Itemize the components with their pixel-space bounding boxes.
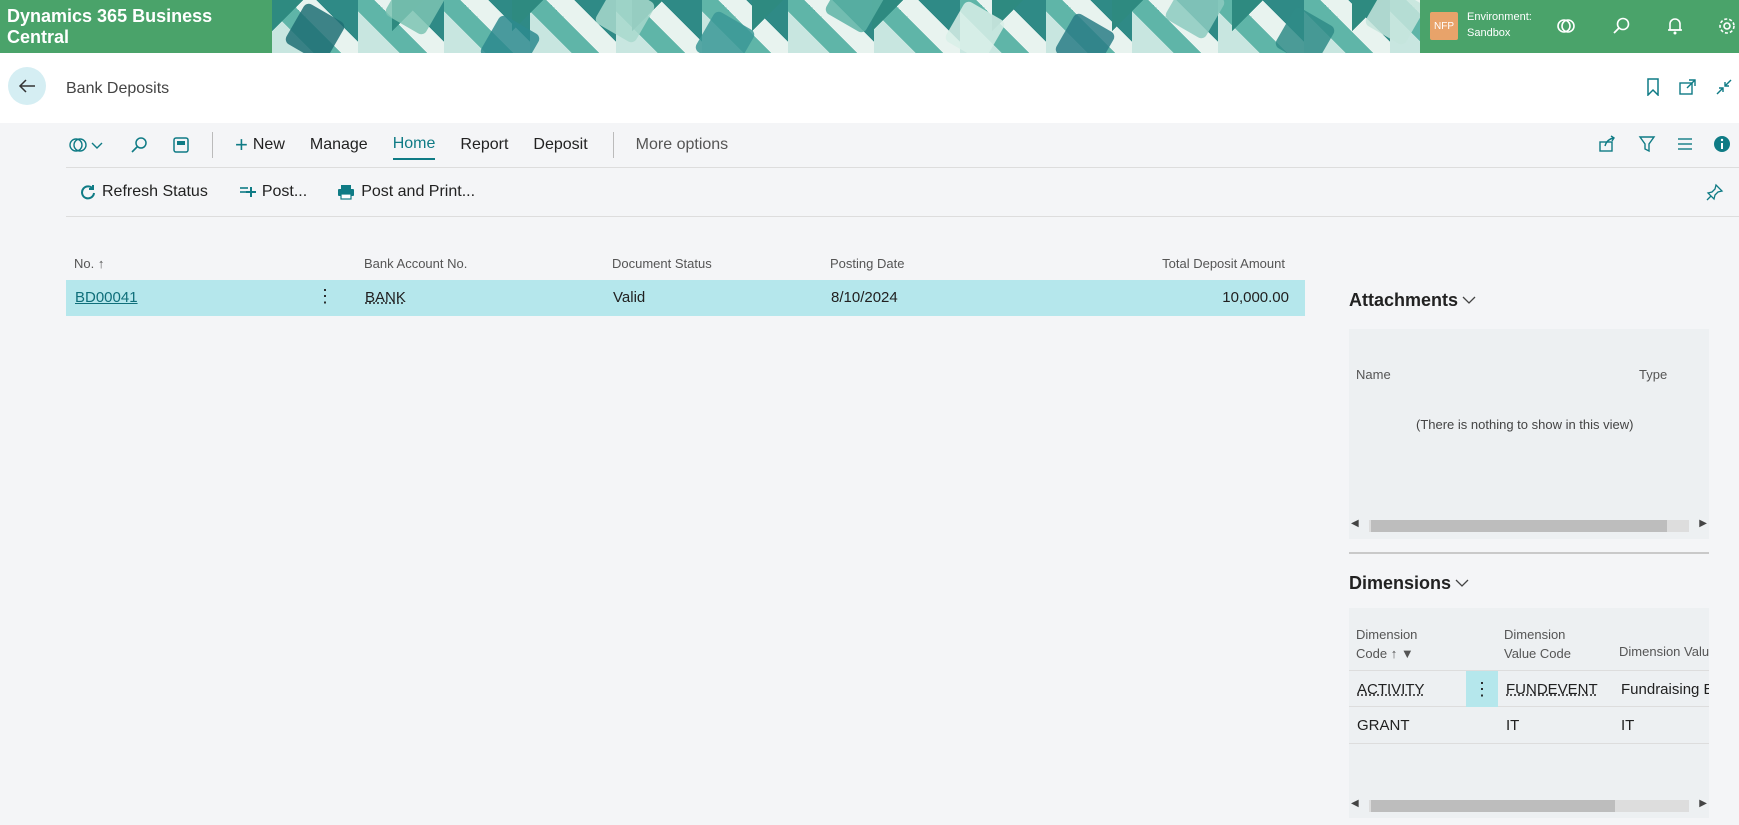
- dimension-code[interactable]: ACTIVITY: [1357, 681, 1425, 698]
- chevron-down-icon: [1455, 579, 1469, 587]
- separator: [612, 132, 614, 158]
- environment-line2: Sandbox: [1467, 27, 1511, 39]
- bell-icon[interactable]: [1663, 14, 1687, 38]
- col-type[interactable]: Type: [1639, 367, 1667, 382]
- post-icon: [239, 187, 256, 197]
- refresh-icon: [81, 185, 95, 200]
- col-name[interactable]: Name: [1356, 367, 1391, 382]
- separator: [212, 132, 213, 158]
- attachments-title: Attachments: [1349, 289, 1459, 310]
- new-label: New: [252, 136, 285, 153]
- refresh-status-button[interactable]: Refresh Status: [80, 183, 208, 201]
- app-title[interactable]: Dynamics 365 Business Central: [0, 0, 272, 53]
- scroll-right-icon[interactable]: ▶: [1699, 798, 1707, 809]
- dimension-value-name: Fundraising E: [1621, 681, 1709, 698]
- edit-list-icon[interactable]: [170, 134, 192, 156]
- empty-view-message: (There is nothing to show in this view): [1416, 417, 1634, 432]
- dimension-value-code: IT: [1506, 717, 1520, 734]
- gear-icon[interactable]: [1715, 14, 1739, 38]
- refresh-status-label: Refresh Status: [102, 183, 208, 200]
- post-and-print-label: Post and Print...: [361, 183, 476, 200]
- list-header: No. ↑ Bank Account No. Document Status P…: [66, 250, 1305, 280]
- posting-date-value: 8/10/2024: [831, 289, 898, 306]
- dimensions-title: Dimensions: [1349, 572, 1452, 593]
- plus-icon: +: [235, 132, 248, 157]
- tab-report[interactable]: Report: [460, 130, 508, 160]
- attachments-scrollbar[interactable]: ◀ ▶: [1349, 516, 1709, 534]
- dimensions-panel: Dimension Code ↑ ▼ Dimension Value Code …: [1349, 608, 1709, 818]
- chevron-down-icon: [1462, 296, 1476, 304]
- top-banner: Dynamics 365 Business Central NFP Enviro…: [0, 0, 1739, 53]
- dimensions-header[interactable]: Dimensions: [1349, 568, 1709, 598]
- share-icon[interactable]: [1596, 133, 1618, 155]
- banner-pattern: [272, 0, 1427, 53]
- scroll-left-icon[interactable]: ◀: [1351, 798, 1359, 809]
- scroll-right-icon[interactable]: ▶: [1699, 518, 1707, 529]
- environment-label[interactable]: Environment: Sandbox: [1467, 9, 1532, 41]
- deposit-no-link[interactable]: BD00041: [75, 289, 138, 306]
- bank-deposits-list: No. ↑ Bank Account No. Document Status P…: [66, 250, 1305, 316]
- factbox-divider: [1349, 552, 1709, 554]
- table-row[interactable]: BD00041 ⋮ BANK Valid 8/10/2024 10,000.00: [66, 280, 1305, 316]
- post-button[interactable]: Post...: [238, 183, 307, 201]
- page-header: Bank Deposits: [0, 53, 1739, 123]
- filter-icon: ▼: [1400, 646, 1414, 661]
- action-bar: + New Manage Home Report Deposit More op…: [66, 123, 1739, 168]
- total-deposit-amount-value: 10,000.00: [1222, 289, 1289, 306]
- col-posting-date[interactable]: Posting Date: [830, 256, 904, 271]
- attachments-factbox: Attachments Name Type (There is nothing …: [1349, 285, 1709, 539]
- post-and-print-button[interactable]: Post and Print...: [337, 183, 475, 201]
- dimension-value-code[interactable]: FUNDEVENT: [1506, 681, 1598, 698]
- col-dimension-value-code[interactable]: Dimension Value Code: [1504, 625, 1571, 663]
- tab-manage[interactable]: Manage: [310, 130, 368, 160]
- printer-icon: [338, 185, 355, 200]
- col-dimension-value-name[interactable]: Dimension Valu: [1619, 644, 1709, 659]
- collapse-icon[interactable]: [1714, 77, 1734, 97]
- dimensions-scrollbar[interactable]: ◀ ▶: [1349, 796, 1709, 814]
- scroll-left-icon[interactable]: ◀: [1351, 518, 1359, 529]
- col-dimension-code[interactable]: Dimension Code ↑ ▼: [1356, 625, 1417, 663]
- scroll-thumb[interactable]: [1371, 520, 1667, 532]
- col-bank-account[interactable]: Bank Account No.: [364, 256, 467, 271]
- col-no[interactable]: No. ↑: [74, 256, 104, 271]
- new-button[interactable]: + New: [235, 130, 285, 160]
- dimension-code: GRANT: [1357, 717, 1410, 734]
- pin-icon[interactable]: [1706, 183, 1724, 206]
- attachments-panel: Name Type (There is nothing to show in t…: [1349, 329, 1709, 539]
- bookmark-icon[interactable]: [1643, 77, 1663, 97]
- row-menu-icon[interactable]: ⋮: [1466, 671, 1498, 707]
- page-title: Bank Deposits: [66, 80, 170, 97]
- list-view-icon[interactable]: [1674, 133, 1696, 155]
- table-row[interactable]: GRANT IT IT: [1349, 707, 1709, 744]
- col-document-status[interactable]: Document Status: [612, 256, 712, 271]
- post-label: Post...: [261, 183, 308, 200]
- home-actions-bar: Refresh Status Post... Post and Print...: [66, 168, 1739, 217]
- tab-home[interactable]: Home: [392, 130, 436, 160]
- arrow-left-icon: [18, 79, 35, 93]
- dimension-value-name: IT: [1621, 717, 1635, 734]
- document-status-value: Valid: [613, 289, 646, 306]
- copilot-dropdown-icon[interactable]: [66, 134, 108, 156]
- company-avatar[interactable]: NFP: [1430, 12, 1458, 40]
- search-icon[interactable]: [128, 134, 150, 156]
- dimensions-factbox: Dimensions Dimension Code ↑ ▼ Dimension …: [1349, 568, 1709, 818]
- copilot-icon[interactable]: [1554, 14, 1578, 38]
- more-options-button[interactable]: More options: [636, 130, 729, 160]
- info-icon[interactable]: [1711, 133, 1733, 155]
- tab-deposit[interactable]: Deposit: [533, 130, 587, 160]
- table-row[interactable]: ACTIVITY ⋮ FUNDEVENT Fundraising E: [1349, 670, 1709, 707]
- row-menu-icon[interactable]: ⋮: [316, 286, 334, 307]
- attachments-header[interactable]: Attachments: [1349, 285, 1709, 315]
- col-total-deposit-amount[interactable]: Total Deposit Amount: [1162, 256, 1285, 271]
- search-icon[interactable]: [1609, 14, 1633, 38]
- open-new-window-icon[interactable]: [1678, 77, 1698, 97]
- back-button[interactable]: [8, 67, 46, 105]
- filter-icon[interactable]: [1636, 133, 1658, 155]
- environment-line1: Environment:: [1467, 11, 1532, 23]
- bank-account-value[interactable]: BANK: [365, 289, 406, 306]
- scroll-thumb[interactable]: [1371, 800, 1615, 812]
